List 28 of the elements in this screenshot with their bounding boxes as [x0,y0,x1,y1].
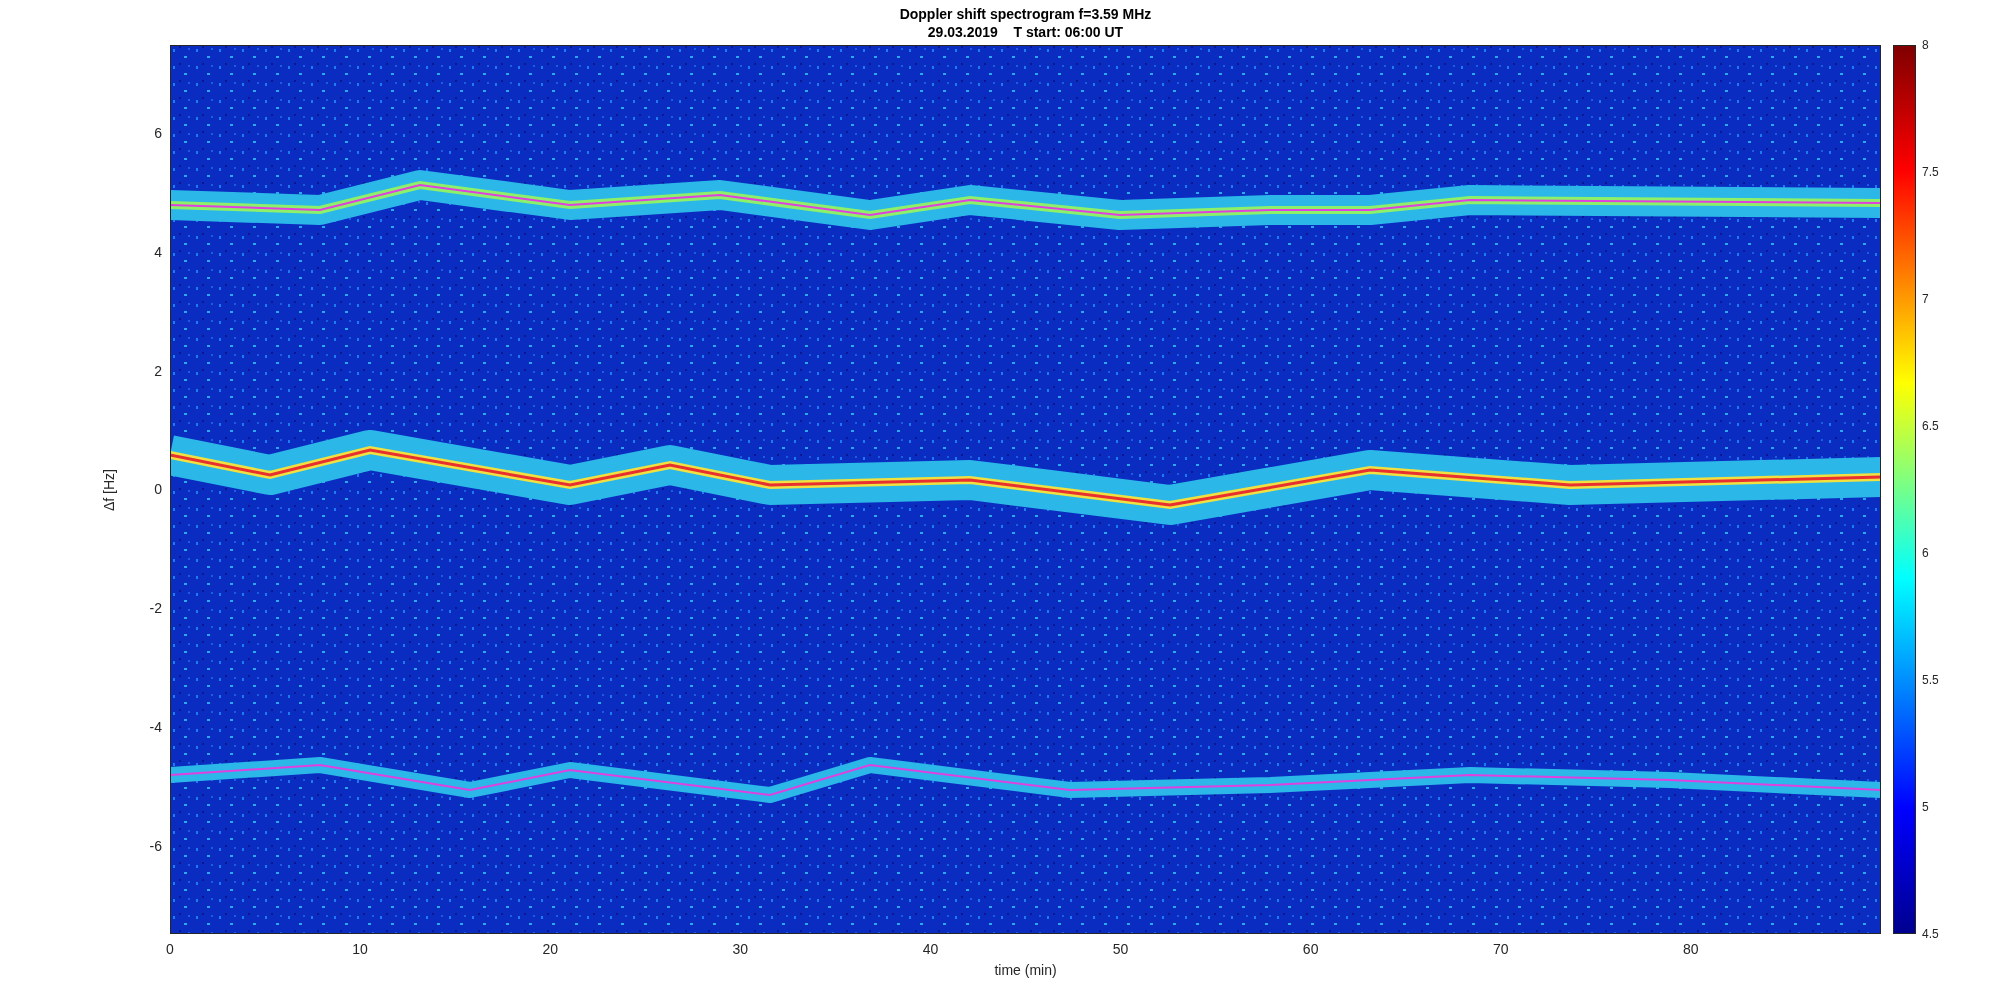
y-tick-label: 4 [154,244,162,259]
colorbar-tick-label: 7 [1922,293,1930,305]
colorbar-tick-label: 6 [1922,547,1930,559]
y-tick-label: -4 [149,720,162,735]
x-tick-label: 10 [352,942,368,956]
chart-title: 29.03.2019 T start: 06:00 UT [927,23,1124,41]
x-tick-label: 0 [166,942,174,956]
y-tick-label: 6 [154,126,162,140]
colorbar-tick-label: 5 [1922,801,1930,813]
x-tick-label: 20 [542,942,558,956]
colorbar-tick-label: 6.5 [1922,420,1939,432]
colorbar-tick-label: 8 [1922,39,1930,51]
x-tick-label: 40 [922,942,939,956]
y-tick-label: -6 [149,838,162,853]
colorbar-tick-label: 4.5 [1922,928,1939,940]
y-tick-label: 2 [154,363,162,378]
x-tick-label: 30 [732,942,749,956]
x-tick-label: 80 [1683,942,1699,956]
y-axis-label: Δf [Hz] [101,468,117,511]
x-tick-label: 50 [1112,942,1129,956]
x-tick-label: 60 [1302,942,1319,956]
x-tick-label: 70 [1493,942,1509,956]
y-tick-label: 0 [154,482,162,497]
x-axis-label: time (min) [994,962,1057,978]
colorbar-tick-label: 5.5 [1922,674,1939,686]
y-tick-label: -2 [149,601,162,616]
colorbar-tick-label: 7.5 [1922,166,1939,178]
chart-title: Doppler shift spectrogram f=3.59 MHz [899,5,1152,23]
